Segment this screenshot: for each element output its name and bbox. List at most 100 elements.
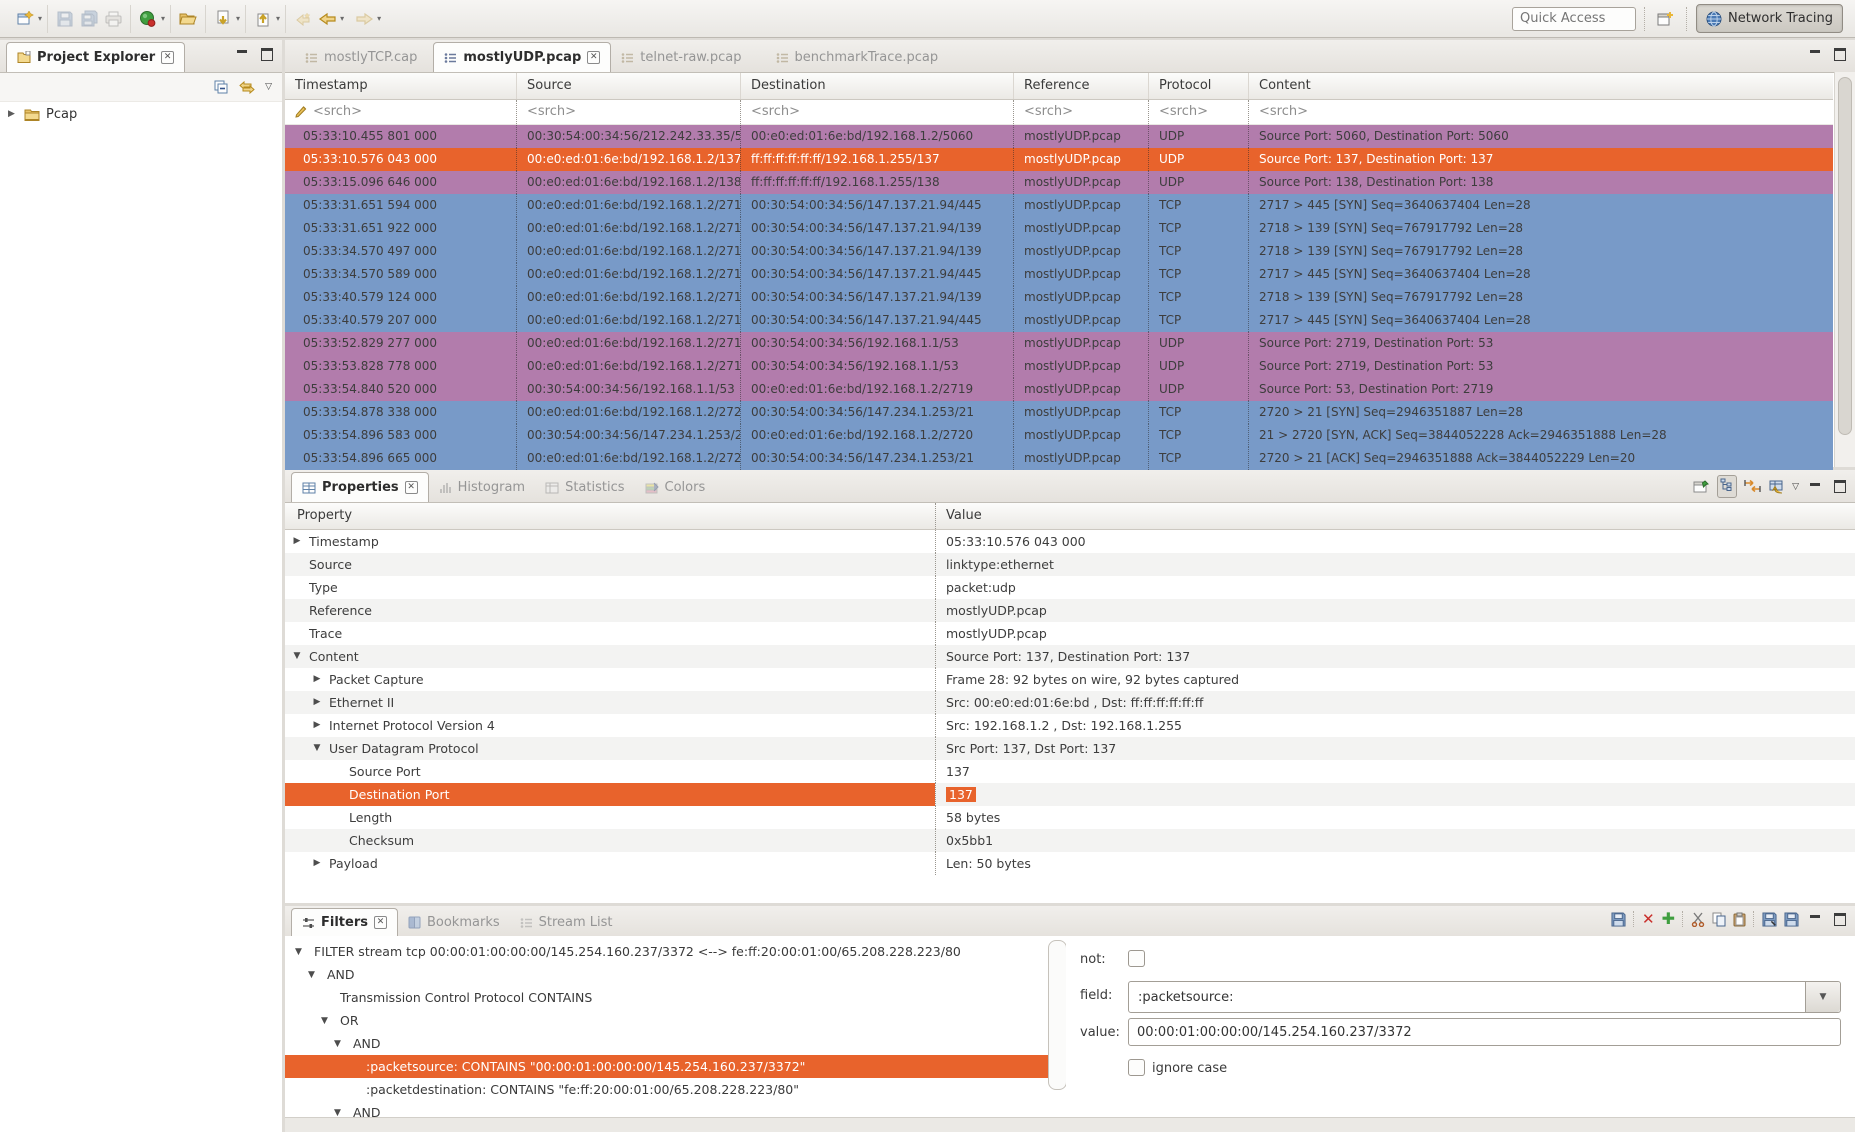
view-menu-icon[interactable]: ▽ [265,82,272,92]
filter-tree-row[interactable]: :packetdestination: CONTAINS "fe:ff:20:0… [285,1078,1066,1101]
packet-row[interactable]: 05:33:53.828 778 00000:e0:ed:01:6e:bd/19… [285,355,1833,378]
filter-cell-source[interactable]: <srch> [517,100,741,124]
expand-arrow-icon[interactable]: ▼ [319,1016,330,1026]
filter-tree-scrollbar[interactable] [1048,940,1067,1090]
property-row[interactable]: ▶Timestamp05:33:10.576 043 000 [285,530,1855,553]
property-row[interactable]: ▶Packet CaptureFrame 28: 92 bytes on wir… [285,668,1855,691]
column-header-content[interactable]: Content [1249,73,1833,99]
print-button[interactable] [101,7,125,31]
import-dropdown[interactable]: ▾ [236,14,240,23]
packet-row[interactable]: 05:33:15.096 646 00000:e0:ed:01:6e:bd/19… [285,171,1833,194]
packet-row[interactable]: 05:33:52.829 277 00000:e0:ed:01:6e:bd/19… [285,332,1833,355]
sync-selection-icon[interactable] [1744,479,1761,494]
minimize-icon[interactable] [1806,45,1824,63]
view-menu-icon[interactable]: ▽ [1792,482,1799,492]
tab-bookmarks[interactable]: Bookmarks [398,909,510,936]
expand-arrow-icon[interactable]: ▶ [311,852,323,875]
filter-tree-row[interactable]: ▼FILTER stream tcp 00:00:01:00:00:00/145… [285,940,1066,963]
property-row[interactable]: Source Port137 [285,760,1855,783]
collapse-all-icon[interactable] [214,80,229,94]
tab-histogram[interactable]: Histogram [429,473,535,502]
maximize-icon[interactable] [258,45,276,63]
packet-row[interactable]: 05:33:31.651 922 00000:e0:ed:01:6e:bd/19… [285,217,1833,240]
import-button[interactable] [211,7,235,31]
property-row[interactable]: Checksum0x5bb1 [285,829,1855,852]
minimize-icon[interactable] [1806,910,1824,928]
close-icon[interactable]: ✕ [161,51,174,64]
close-icon[interactable]: ✕ [374,916,387,929]
property-row[interactable]: ▶Ethernet IISrc: 00:e0:ed:01:6e:bd , Dst… [285,691,1855,714]
ignore-case-checkbox[interactable] [1128,1059,1145,1076]
tree-mode-button[interactable] [1717,475,1737,498]
close-icon[interactable]: ✕ [587,51,600,64]
cut-icon[interactable] [1691,912,1705,927]
tab-project-explorer[interactable]: Project Explorer ✕ [6,42,185,72]
expand-arrow-icon[interactable]: ▶ [311,691,323,714]
paste-icon[interactable] [1733,912,1746,927]
packet-row[interactable]: 05:33:31.651 594 00000:e0:ed:01:6e:bd/19… [285,194,1833,217]
property-row[interactable]: Typepacket:udp [285,576,1855,599]
save-all-filters-icon[interactable] [1762,912,1777,927]
packet-row[interactable]: 05:33:10.455 801 00000:30:54:00:34:56/21… [285,125,1833,148]
filter-cell-destination[interactable]: <srch> [741,100,1014,124]
tab-telnet-raw[interactable]: telnet-raw.pcap [611,43,751,72]
new-wizard-dropdown[interactable]: ▾ [38,14,42,23]
last-edit-button[interactable] [291,7,315,31]
property-row[interactable]: Sourcelinktype:ethernet [285,553,1855,576]
expand-arrow-icon[interactable]: ▶ [311,714,323,737]
property-row[interactable]: ▶PayloadLen: 50 bytes [285,852,1855,875]
link-with-editor-icon[interactable] [239,81,255,94]
close-icon[interactable]: ✕ [405,481,418,494]
tab-stream-list[interactable]: Stream List [510,909,623,936]
property-row[interactable]: ▶Internet Protocol Version 4Src: 192.168… [285,714,1855,737]
tab-colors[interactable]: Colors [635,473,716,502]
property-row[interactable]: TracemostlyUDP.pcap [285,622,1855,645]
save-button[interactable] [53,7,77,31]
save-all-button[interactable] [77,7,101,31]
new-wizard-button[interactable] [13,7,37,31]
value-input[interactable] [1128,1018,1841,1046]
expand-arrow-icon[interactable]: ▼ [293,947,304,957]
filter-cell-protocol[interactable]: <srch> [1149,100,1249,124]
minimize-icon[interactable] [233,45,251,63]
filter-cell-timestamp[interactable]: <srch> [285,100,517,124]
column-header-reference[interactable]: Reference [1014,73,1149,99]
tab-mostlytcp[interactable]: mostlyTCP.cap [295,43,427,72]
filter-tree-row[interactable]: ▼AND [285,1032,1066,1055]
tab-mostlyudp[interactable]: mostlyUDP.pcap ✕ [433,42,611,72]
filter-cell-reference[interactable]: <srch> [1014,100,1149,124]
capture-dropdown[interactable]: ▾ [161,14,165,23]
save-filter-icon[interactable] [1611,912,1626,927]
packet-table-scrollbar[interactable] [1834,72,1855,467]
packet-row[interactable]: 05:33:54.896 583 00000:30:54:00:34:56/14… [285,424,1833,447]
expand-arrow-icon[interactable]: ▶ [8,109,18,119]
scrollbar-thumb[interactable] [1838,77,1852,435]
column-header-protocol[interactable]: Protocol [1149,73,1249,99]
expand-arrow-icon[interactable]: ▶ [291,530,303,553]
packet-row[interactable]: 05:33:34.570 497 00000:e0:ed:01:6e:bd/19… [285,240,1833,263]
export-table-icon[interactable] [1768,480,1785,494]
pin-view-icon[interactable] [1693,480,1710,494]
filter-tree-row[interactable]: ▼OR [285,1009,1066,1032]
column-header-destination[interactable]: Destination [741,73,1014,99]
open-perspective-button[interactable] [1654,7,1678,31]
open-trace-button[interactable] [176,7,200,31]
column-header-property[interactable]: Property [285,503,935,529]
filter-cell-content[interactable]: <srch> [1249,100,1833,124]
expand-arrow-icon[interactable]: ▼ [332,1039,343,1049]
capture-button[interactable] [136,7,160,31]
tab-properties[interactable]: Properties ✕ [291,472,429,502]
back-dropdown[interactable]: ▾ [340,14,344,23]
maximize-icon[interactable] [1831,45,1849,63]
delete-filter-icon[interactable]: ✕ [1642,912,1655,927]
forward-button[interactable] [352,7,376,31]
tab-filters[interactable]: Filters ✕ [291,908,398,936]
save-filter-as-icon[interactable] [1784,912,1799,927]
column-header-timestamp[interactable]: Timestamp [285,73,517,99]
export-dropdown[interactable]: ▾ [276,14,280,23]
quick-access-input[interactable] [1512,7,1636,31]
packet-row[interactable]: 05:33:40.579 207 00000:e0:ed:01:6e:bd/19… [285,309,1833,332]
tree-item-pcap[interactable]: ▶ Pcap [0,102,282,126]
expand-arrow-icon[interactable]: ▼ [311,737,323,760]
packet-row[interactable]: 05:33:54.878 338 00000:e0:ed:01:6e:bd/19… [285,401,1833,424]
